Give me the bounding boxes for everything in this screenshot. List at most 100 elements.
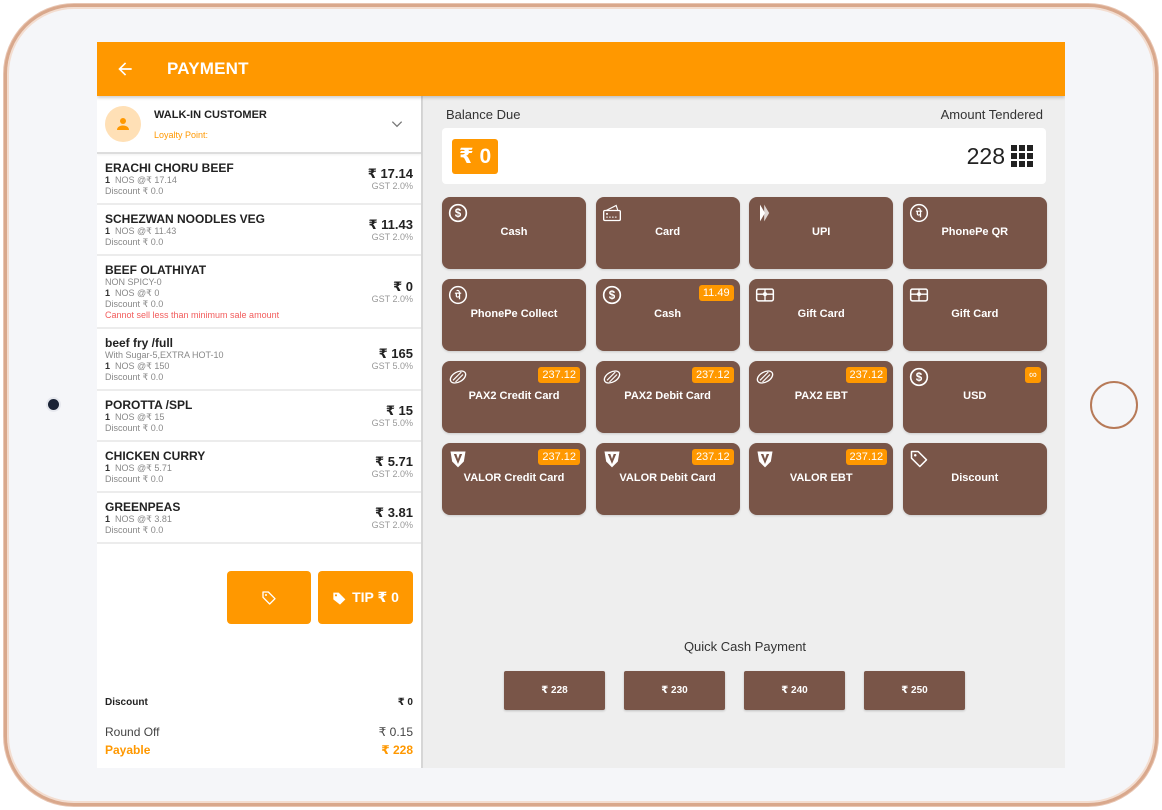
item-discount: Discount ₹ 0.0 xyxy=(105,525,164,535)
method-label: Gift Card xyxy=(797,308,845,320)
pax-icon xyxy=(602,367,622,387)
gift-card-icon xyxy=(909,285,929,305)
order-item[interactable]: GREENPEAS 1 NOS @₹ 3.81 Discount ₹ 0.0 ₹ 3.… xyxy=(97,493,421,544)
item-qty-unit: NOS @₹ 11.43 xyxy=(115,226,177,236)
front-camera xyxy=(48,399,59,410)
dollar-circle-icon: $ xyxy=(602,285,622,305)
item-qty-unit: NOS @₹ 150 xyxy=(115,361,170,371)
method-label: Card xyxy=(655,226,681,238)
phonepe-icon: पे xyxy=(909,203,929,223)
payment-method-valor-debit-card[interactable]: 237.12 VALOR Debit Card xyxy=(595,443,740,515)
amount-tendered-label: Amount Tendered xyxy=(940,107,1043,122)
tags-icon xyxy=(333,592,346,605)
keypad-icon[interactable] xyxy=(1011,145,1033,167)
item-quantity: 1 NOS @₹ 3.81 xyxy=(105,514,372,525)
customer-selector[interactable]: WALK-IN CUSTOMER Loyalty Point: xyxy=(97,96,421,154)
order-item[interactable]: BEEF OLATHIYAT NON SPICY-0 1 NOS @₹ 0 Disco… xyxy=(97,256,421,329)
item-discount: Discount ₹ 0.0 xyxy=(105,237,164,247)
payment-method-upi[interactable]: UPI xyxy=(749,197,894,269)
method-label: VALOR Credit Card xyxy=(463,472,565,484)
payment-method-pax2-debit-card[interactable]: 237.12 PAX2 Debit Card xyxy=(595,361,740,433)
item-price: ₹ 15 xyxy=(385,402,413,418)
item-quantity: 1 NOS @₹ 17.14 xyxy=(105,175,368,186)
payment-method-cash[interactable]: $11.49 Cash xyxy=(595,279,740,351)
order-item[interactable]: SCHEZWAN NOODLES VEG 1 NOS @₹ 11.43 Discou… xyxy=(97,205,421,256)
payment-method-valor-credit-card[interactable]: 237.12 VALOR Credit Card xyxy=(442,443,586,515)
item-gst: GST 2.0% xyxy=(371,293,413,304)
discount-label: Discount xyxy=(105,697,148,708)
method-label: PhonePe QR xyxy=(941,226,1009,238)
balance-due-value: ₹ 0 xyxy=(452,138,499,174)
order-item[interactable]: CHICKEN CURRY 1 NOS @₹ 5.71 Discount ₹ 0.0… xyxy=(97,442,421,493)
item-discount: Discount ₹ 0.0 xyxy=(105,186,164,196)
payment-method-discount[interactable]: Discount xyxy=(902,443,1047,515)
method-label: VALOR EBT xyxy=(789,472,853,484)
tag-icon xyxy=(262,590,276,605)
method-label: PAX2 EBT xyxy=(794,390,848,402)
item-name: POROTTA /SPL xyxy=(105,398,193,412)
discount-value: ₹ 0 xyxy=(397,697,413,708)
item-discount: Discount ₹ 0.0 xyxy=(105,423,164,433)
payment-method-phonepe-qr[interactable]: पे PhonePe QR xyxy=(902,197,1047,269)
payment-method-gift-card[interactable]: Gift Card xyxy=(902,279,1047,351)
home-button[interactable] xyxy=(1090,381,1138,429)
order-item[interactable]: ERACHI CHORU BEEF 1 NOS @₹ 17.14 Discount … xyxy=(97,154,421,205)
item-gst: GST 2.0% xyxy=(371,180,413,191)
item-name: beef fry /full xyxy=(105,336,174,350)
item-price: ₹ 3.81 xyxy=(375,504,413,520)
customer-name: WALK-IN CUSTOMER xyxy=(154,108,267,121)
payment-method-pax2-credit-card[interactable]: 237.12 PAX2 Credit Card xyxy=(442,361,586,433)
dollar-circle-icon: $ xyxy=(448,203,468,223)
item-price: ₹ 5.71 xyxy=(375,453,413,469)
item-qty-unit: NOS @₹ 17.14 xyxy=(115,175,177,185)
item-name: BEEF OLATHIYAT xyxy=(105,263,207,277)
order-item[interactable]: POROTTA /SPL 1 NOS @₹ 15 Discount ₹ 0.0 ₹ 1… xyxy=(97,391,421,442)
item-name: ERACHI CHORU BEEF xyxy=(105,161,234,175)
payment-method-valor-ebt[interactable]: 237.12 VALOR EBT xyxy=(749,443,894,515)
round-off-row: Round Off ₹ 0.15 xyxy=(105,725,413,739)
svg-text:$: $ xyxy=(916,371,923,384)
payment-method-gift-card[interactable]: Gift Card xyxy=(749,279,894,351)
amount-tendered-field[interactable]: 228 xyxy=(967,143,1033,170)
quick-cash-button[interactable]: ₹ 230 xyxy=(624,671,725,710)
payment-method-pax2-ebt[interactable]: 237.12 PAX2 EBT xyxy=(749,361,894,433)
item-gst: GST 5.0% xyxy=(371,361,413,371)
valor-icon xyxy=(755,449,775,469)
app-screen: PAYMENT WALK-IN CUSTOMER Loyalty Point: … xyxy=(97,42,1065,768)
item-qty-count: 1 xyxy=(105,175,111,185)
payment-method-usd[interactable]: $ ∞ USD xyxy=(902,361,1047,433)
order-panel: WALK-IN CUSTOMER Loyalty Point: ERACHI C… xyxy=(97,96,423,768)
payment-method-cash[interactable]: $ Cash xyxy=(442,197,586,269)
payable-label: Payable xyxy=(105,743,151,757)
item-error: Cannot sell less than minimum sale amoun… xyxy=(105,310,280,320)
item-quantity: 1 NOS @₹ 11.43 xyxy=(105,226,369,237)
quick-cash-button[interactable]: ₹ 240 xyxy=(744,671,845,710)
discount-tag-button[interactable] xyxy=(227,571,311,624)
tag-icon xyxy=(909,449,929,469)
back-button[interactable] xyxy=(97,42,153,96)
tip-button[interactable]: TIP ₹ 0 xyxy=(318,571,413,624)
method-label: PhonePe Collect xyxy=(470,308,558,320)
method-label: UPI xyxy=(812,226,831,238)
order-actions: TIP ₹ 0 xyxy=(227,571,413,624)
method-badge: 237.12 xyxy=(691,449,734,465)
order-item-list: ERACHI CHORU BEEF 1 NOS @₹ 17.14 Discount … xyxy=(97,154,421,560)
quick-cash-title: Quick Cash Payment xyxy=(683,639,807,654)
order-item[interactable]: beef fry /full With Sugar-5,EXTRA HOT-10 1… xyxy=(97,329,421,391)
item-qty-unit: NOS @₹ 15 xyxy=(115,412,165,422)
payment-method-phonepe-collect[interactable]: पे PhonePe Collect xyxy=(442,279,586,351)
method-badge: 237.12 xyxy=(845,367,888,383)
item-gst: GST 2.0% xyxy=(371,231,413,242)
upi-icon xyxy=(755,203,775,223)
valor-icon xyxy=(602,449,622,469)
item-price: ₹ 165 xyxy=(378,346,413,361)
item-price: ₹ 17.14 xyxy=(367,165,413,181)
payment-method-card[interactable]: Card xyxy=(595,197,740,269)
item-quantity: 1 NOS @₹ 150 xyxy=(105,361,372,372)
chevron-down-icon[interactable] xyxy=(385,112,409,136)
round-off-label: Round Off xyxy=(105,725,160,739)
item-quantity: 1 NOS @₹ 15 xyxy=(105,412,372,423)
quick-cash-button[interactable]: ₹ 250 xyxy=(864,671,965,710)
balance-box: ₹ 0 228 xyxy=(442,128,1046,184)
quick-cash-button[interactable]: ₹ 228 xyxy=(504,671,605,710)
